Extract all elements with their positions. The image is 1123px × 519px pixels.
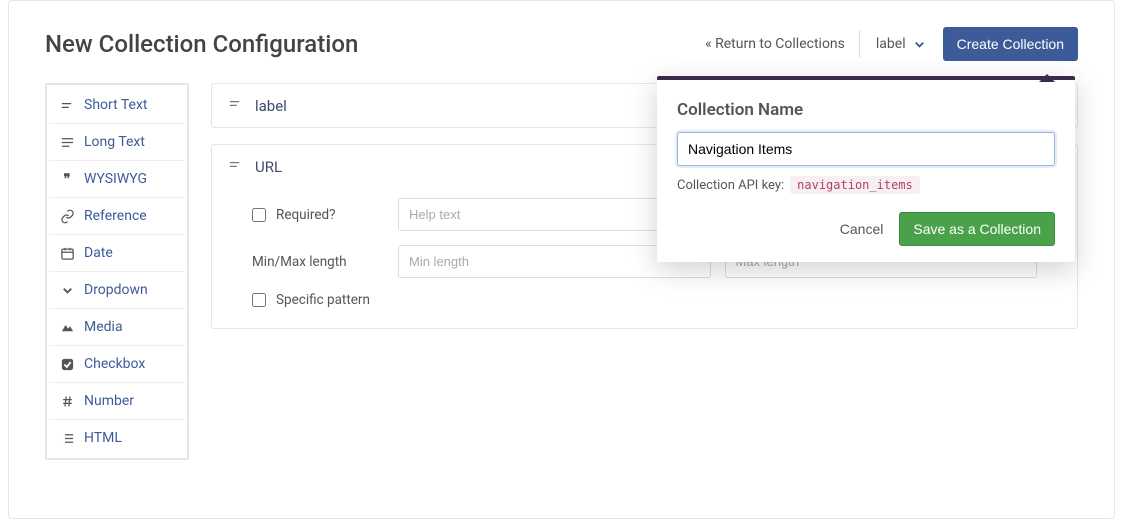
sidebar-item-long-text[interactable]: Long Text bbox=[49, 124, 185, 161]
sidebar-item-label: Short Text bbox=[84, 97, 148, 113]
hash-icon bbox=[59, 394, 75, 409]
sidebar-item-label: Media bbox=[84, 319, 123, 335]
api-key-label: Collection API key: bbox=[677, 178, 784, 193]
page-title: New Collection Configuration bbox=[45, 30, 358, 58]
popover-title: Collection Name bbox=[677, 100, 1055, 120]
dropdown-label: label bbox=[876, 36, 906, 52]
sidebar-item-label: Long Text bbox=[84, 134, 145, 150]
quote-icon: ❞ bbox=[59, 172, 75, 187]
field-selector-dropdown[interactable]: label bbox=[874, 32, 929, 56]
chevron-down-icon bbox=[912, 37, 927, 52]
collection-name-input[interactable] bbox=[677, 132, 1055, 166]
create-collection-button[interactable]: Create Collection bbox=[943, 27, 1078, 61]
sidebar-item-label: Date bbox=[84, 245, 113, 261]
long-text-icon bbox=[59, 135, 75, 150]
field-name: label bbox=[255, 97, 287, 115]
sidebar-item-reference[interactable]: Reference bbox=[49, 198, 185, 235]
sidebar-item-checkbox[interactable]: Checkbox bbox=[49, 346, 185, 383]
sidebar-item-html[interactable]: HTML bbox=[49, 420, 185, 456]
divider bbox=[859, 30, 860, 58]
create-collection-popover: Collection Name Collection API key: navi… bbox=[657, 76, 1075, 262]
minmax-label: Min/Max length bbox=[252, 254, 382, 270]
sidebar-item-wysiwyg[interactable]: ❞ WYSIWYG bbox=[49, 161, 185, 198]
required-label: Required? bbox=[276, 207, 335, 223]
field-type-sidebar: Short Text Long Text ❞ WYSIWYG Reference bbox=[45, 83, 189, 460]
short-text-icon bbox=[228, 96, 243, 115]
sidebar-item-label: HTML bbox=[84, 430, 122, 446]
link-icon bbox=[59, 209, 75, 224]
checkbox-icon bbox=[59, 357, 75, 372]
short-text-icon bbox=[59, 98, 75, 113]
chevron-down-icon bbox=[59, 283, 75, 298]
cancel-button[interactable]: Cancel bbox=[840, 221, 884, 237]
list-icon bbox=[59, 431, 75, 446]
sidebar-item-label: Checkbox bbox=[84, 356, 145, 372]
sidebar-item-dropdown[interactable]: Dropdown bbox=[49, 272, 185, 309]
sidebar-item-label: WYSIWYG bbox=[84, 171, 147, 187]
image-icon bbox=[59, 320, 75, 335]
sidebar-item-short-text[interactable]: Short Text bbox=[49, 87, 185, 124]
field-name: URL bbox=[255, 158, 282, 176]
short-text-icon bbox=[228, 157, 243, 176]
sidebar-item-label: Dropdown bbox=[84, 282, 148, 298]
sidebar-item-label: Number bbox=[84, 393, 134, 409]
sidebar-item-label: Reference bbox=[84, 208, 147, 224]
required-checkbox[interactable] bbox=[252, 208, 266, 222]
sidebar-item-media[interactable]: Media bbox=[49, 309, 185, 346]
api-key-value: navigation_items bbox=[790, 176, 920, 194]
sidebar-item-number[interactable]: Number bbox=[49, 383, 185, 420]
sidebar-item-date[interactable]: Date bbox=[49, 235, 185, 272]
return-to-collections-link[interactable]: « Return to Collections bbox=[705, 36, 845, 52]
save-as-collection-button[interactable]: Save as a Collection bbox=[899, 212, 1055, 246]
pattern-checkbox[interactable] bbox=[252, 293, 266, 307]
pattern-label: Specific pattern bbox=[276, 292, 370, 308]
calendar-icon bbox=[59, 246, 75, 261]
